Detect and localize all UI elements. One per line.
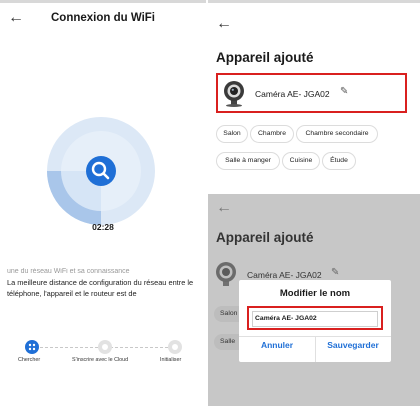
distance-description: La meilleure distance de configuration d… [7, 278, 194, 298]
wifi-connection-screen: ← Connexion du WiFi 02:28 une du réseau … [0, 0, 206, 406]
rename-dialog: Modifier le nom Caméra AE- JGA02 Annuler… [239, 280, 391, 362]
camera-icon [216, 262, 236, 286]
room-chip-salle-a-manger[interactable]: Salle à manger [216, 152, 280, 170]
room-chip-cuisine[interactable]: Cuisine [282, 152, 320, 170]
edit-pencil-icon[interactable]: ✎ [340, 86, 348, 97]
step-label-search: Chercher [18, 357, 41, 363]
rename-device-screen: ← Appareil ajouté Caméra AE- JGA02 ✎ Sal… [208, 194, 420, 406]
device-card[interactable]: Caméra AE- JGA02 ✎ [216, 73, 407, 113]
room-chip-chambre-secondaire[interactable]: Chambre secondaire [296, 125, 378, 143]
device-name-input[interactable]: Caméra AE- JGA02 [252, 311, 378, 327]
status-strip [0, 0, 206, 3]
step-label-init: Initialiser [160, 357, 182, 363]
page-title: Appareil ajouté [216, 50, 314, 65]
page-title: Connexion du WiFi [50, 12, 156, 24]
step-label-cloud: S'inscrire avec le Cloud [72, 357, 129, 363]
scrolled-text-fragment: une du réseau WiFi et sa connaissance [7, 268, 130, 273]
status-strip [208, 0, 420, 3]
searching-radar-graphic [47, 117, 155, 225]
room-chip-salon[interactable]: Salon [216, 125, 248, 143]
search-center-icon [86, 156, 116, 186]
back-arrow-icon[interactable]: ← [216, 200, 232, 216]
camera-icon [224, 81, 244, 107]
countdown-timer: 02:28 [92, 222, 114, 232]
device-name: Caméra AE- JGA02 [255, 89, 330, 99]
search-step-icon [25, 340, 39, 354]
name-input-highlight: Caméra AE- JGA02 [247, 306, 383, 330]
cancel-button[interactable]: Annuler [239, 340, 315, 350]
save-button[interactable]: Sauvegarder [315, 340, 391, 350]
device-name: Caméra AE- JGA02 [247, 270, 322, 280]
page-title: Appareil ajouté [216, 230, 314, 245]
dialog-title: Modifier le nom [279, 288, 351, 299]
room-chip-chambre[interactable]: Chambre [250, 125, 294, 143]
device-added-screen: ← Appareil ajouté Caméra AE- JGA02 ✎ Sal… [208, 0, 420, 190]
room-chip-etude[interactable]: Étude [322, 152, 356, 170]
init-step-icon [168, 340, 182, 354]
back-arrow-icon[interactable]: ← [216, 16, 232, 32]
edit-pencil-icon: ✎ [331, 267, 340, 278]
cloud-step-icon [98, 340, 112, 354]
